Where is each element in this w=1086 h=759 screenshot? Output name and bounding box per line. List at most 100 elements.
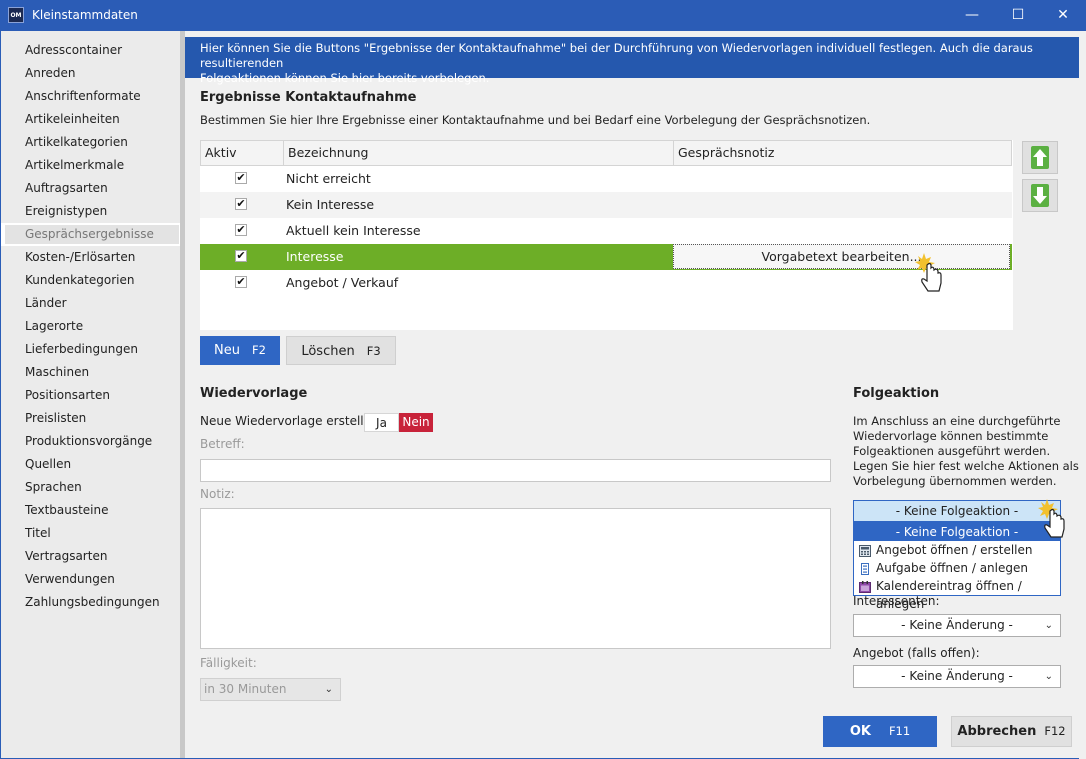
row-name: Nicht erreicht <box>286 171 371 186</box>
delete-button-shortcut: F3 <box>366 344 381 358</box>
sidebar-item-label: Anreden <box>25 66 76 80</box>
sidebar-item[interactable]: Anschriftenformate <box>1 85 185 108</box>
dropdown-option[interactable]: Aufgabe öffnen / anlegen <box>854 559 1060 577</box>
edit-default-text-button[interactable]: Vorgabetext bearbeiten... <box>673 244 1010 269</box>
sidebar-item[interactable]: Kundenkategorien <box>1 269 185 292</box>
cancel-button[interactable]: Abbrechen F12 <box>951 716 1072 747</box>
sidebar-item[interactable]: Anreden <box>1 62 185 85</box>
folgeaktion-select[interactable]: - Keine Folgeaktion - <box>853 500 1061 522</box>
ok-button[interactable]: OK F11 <box>823 716 937 747</box>
note-label: Notiz: <box>200 487 235 501</box>
table-row[interactable]: ✔ Angebot / Verkauf <box>200 270 1012 296</box>
dropdown-option[interactable]: - Keine Folgeaktion - <box>854 523 1060 541</box>
create-followup-yes[interactable]: Ja <box>364 413 399 432</box>
sidebar-item[interactable]: Artikelkategorien <box>1 131 185 154</box>
sidebar-item[interactable]: Vertragsarten <box>1 545 185 568</box>
sidebar-item-label: Adresscontainer <box>25 43 123 57</box>
results-table: Aktiv Bezeichnung Gesprächsnotiz ✔ Nicht … <box>200 140 1013 330</box>
sidebar-item[interactable]: Maschinen <box>1 361 185 384</box>
window-title: Kleinstammdaten <box>32 8 138 22</box>
new-button[interactable]: Neu F2 <box>200 336 280 365</box>
sidebar-item[interactable]: Preislisten <box>1 407 185 430</box>
folgeaktion-description-line: Im Anschluss an eine durchgeführte <box>853 414 1061 428</box>
table-header: Aktiv Bezeichnung Gesprächsnotiz <box>200 140 1012 166</box>
sidebar-item[interactable]: Lieferbedingungen <box>1 338 185 361</box>
calendar-icon <box>859 580 871 593</box>
subject-input[interactable] <box>200 459 831 482</box>
sidebar-item[interactable]: Textbausteine <box>1 499 185 522</box>
sidebar-item[interactable]: Verwendungen <box>1 568 185 591</box>
sidebar-item-label: Vertragsarten <box>25 549 108 563</box>
active-checkbox[interactable]: ✔ <box>235 276 247 288</box>
sidebar-item-label: Auftragsarten <box>25 181 108 195</box>
sidebar-item[interactable]: Sprachen <box>1 476 185 499</box>
main-panel: Hier können Sie die Buttons "Ergebnisse … <box>185 31 1079 758</box>
table-row[interactable]: ✔ Kein Interesse <box>200 192 1012 218</box>
sidebar-item-label: Lagerorte <box>25 319 84 333</box>
table-row[interactable]: ✔ Nicht erreicht <box>200 166 1012 192</box>
sidebar-item-label: Positionsarten <box>25 388 110 402</box>
cancel-button-label: Abbrechen <box>957 724 1037 739</box>
sidebar-item[interactable]: Zahlungsbedingungen <box>1 591 185 614</box>
close-button[interactable]: ✕ <box>1040 0 1086 31</box>
sidebar-item[interactable]: Länder <box>1 292 185 315</box>
note-textarea[interactable] <box>200 508 831 649</box>
results-description: Bestimmen Sie hier Ihre Ergebnisse einer… <box>200 113 871 127</box>
minimize-button[interactable]: — <box>949 0 995 31</box>
sidebar-item-label: Lieferbedingungen <box>25 342 138 356</box>
sidebar-item[interactable]: Ereignistypen <box>1 200 185 223</box>
sidebar-item[interactable]: Titel <box>1 522 185 545</box>
sidebar-item-label: Kundenkategorien <box>25 273 135 287</box>
sidebar-item[interactable]: Lagerorte <box>1 315 185 338</box>
due-select[interactable]: in 30 Minuten ⌄ <box>200 678 341 701</box>
interessenten-select[interactable]: - Keine Änderung - ⌄ <box>853 614 1061 637</box>
ok-button-label: OK <box>849 724 871 739</box>
folgeaktion-description: Im Anschluss an eine durchgeführte Wieder… <box>853 414 1079 489</box>
sidebar-item-label: Quellen <box>25 457 72 471</box>
sidebar-item[interactable]: Auftragsarten <box>1 177 185 200</box>
active-checkbox[interactable]: ✔ <box>235 172 247 184</box>
sidebar-item[interactable]: Positionsarten <box>1 384 185 407</box>
sidebar-item-label: Textbausteine <box>25 503 109 517</box>
column-header-bezeichnung[interactable]: Bezeichnung <box>284 141 674 165</box>
create-followup-no[interactable]: Nein <box>399 413 433 432</box>
wiedervorlage-title: Wiedervorlage <box>200 386 308 401</box>
sidebar-item-label: Produktionsvorgänge <box>25 434 153 448</box>
sidebar-item[interactable]: Produktionsvorgänge <box>1 430 185 453</box>
folgeaktion-description-line: Wiedervorlage können bestimmte <box>853 429 1049 443</box>
window-titlebar: OM Kleinstammdaten — ☐ ✕ <box>0 0 1086 31</box>
sidebar-item[interactable]: Artikelmerkmale <box>1 154 185 177</box>
window-right-border <box>1079 31 1086 759</box>
move-up-button[interactable] <box>1022 141 1058 174</box>
sidebar-item[interactable]: Kosten-/Erlösarten <box>1 246 185 269</box>
sidebar: Adresscontainer Anreden Anschriftenformate… <box>1 31 185 758</box>
move-down-button[interactable] <box>1022 179 1058 212</box>
due-label: Fälligkeit: <box>200 656 257 670</box>
dropdown-option[interactable]: Kalendereintrag öffnen / anlegen <box>854 577 1060 611</box>
sidebar-item[interactable]: Adresscontainer <box>1 39 185 62</box>
folgeaktion-select-value: - Keine Folgeaktion - <box>895 504 1019 518</box>
table-row[interactable]: ✔ Interesse Vorgabetext bearbeiten... <box>200 244 1012 270</box>
angebot-select[interactable]: - Keine Änderung - ⌄ <box>853 665 1061 688</box>
row-name: Interesse <box>286 249 344 264</box>
active-checkbox[interactable]: ✔ <box>235 198 247 210</box>
sidebar-item-label: Artikeleinheiten <box>25 112 120 126</box>
sidebar-item[interactable]: Gesprächsergebnisse <box>1 223 185 246</box>
delete-button[interactable]: Löschen F3 <box>286 336 396 365</box>
active-checkbox[interactable]: ✔ <box>235 224 247 236</box>
app-logo-icon: OM <box>8 7 24 23</box>
sidebar-item[interactable]: Quellen <box>1 453 185 476</box>
dropdown-option[interactable]: Angebot öffnen / erstellen <box>854 541 1060 559</box>
sidebar-item-label: Zahlungsbedingungen <box>25 595 160 609</box>
table-row[interactable]: ✔ Aktuell kein Interesse <box>200 218 1012 244</box>
active-checkbox[interactable]: ✔ <box>235 250 247 262</box>
sidebar-item[interactable]: Artikeleinheiten <box>1 108 185 131</box>
folgeaktion-description-line: Folgeaktionen ausgeführt werden. <box>853 444 1051 458</box>
subject-label: Betreff: <box>200 437 245 451</box>
column-header-gespraechsnotiz[interactable]: Gesprächsnotiz <box>674 141 1012 165</box>
folgeaktion-title: Folgeaktion <box>853 386 940 401</box>
maximize-button[interactable]: ☐ <box>995 0 1041 31</box>
sidebar-item-label: Artikelkategorien <box>25 135 128 149</box>
info-text-line2: Folgeaktionen können Sie hier bereits vo… <box>200 71 490 85</box>
column-header-aktiv[interactable]: Aktiv <box>201 141 284 165</box>
